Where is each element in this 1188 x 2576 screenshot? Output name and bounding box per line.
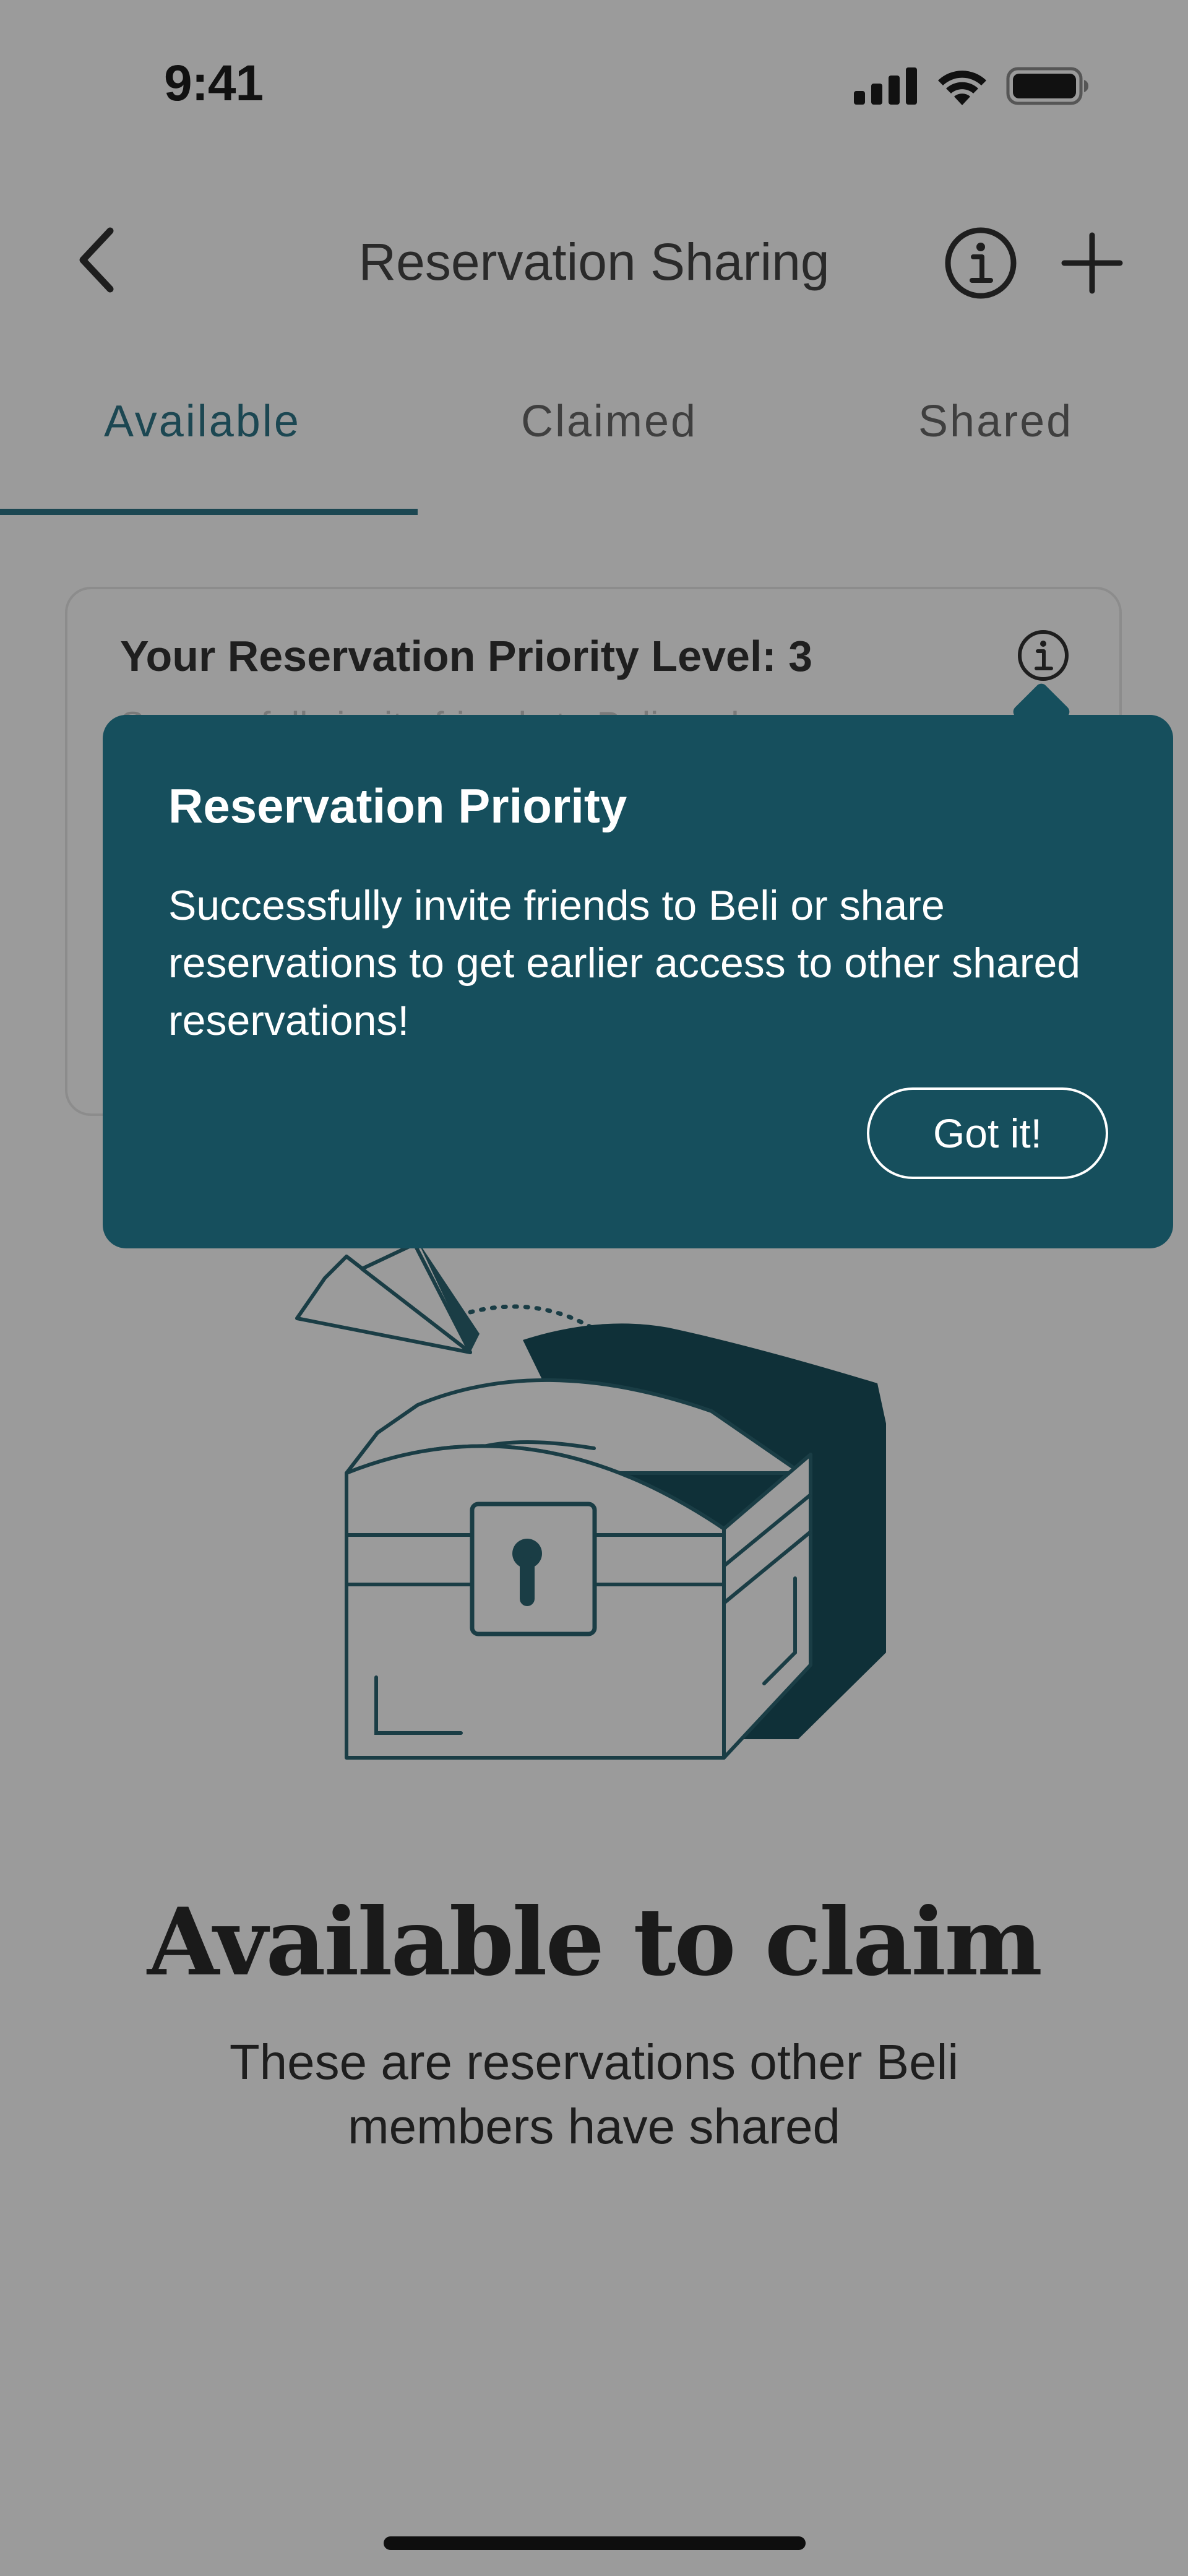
empty-state-subtitle-text: These are reservations other Beli member… bbox=[229, 2034, 959, 2154]
popover-body: Successfully invite friends to Beli or s… bbox=[168, 882, 1081, 1044]
tab-claimed[interactable]: Claimed bbox=[521, 396, 697, 447]
tab-shared[interactable]: Shared bbox=[918, 396, 1073, 447]
tab-available[interactable]: Available bbox=[104, 396, 301, 447]
reservation-priority-popover: Reservation Priority Successfully invite… bbox=[103, 715, 1173, 1248]
home-indicator[interactable] bbox=[384, 2536, 806, 2550]
plus-icon bbox=[1061, 232, 1123, 294]
got-it-button[interactable]: Got it! bbox=[867, 1087, 1108, 1179]
info-circle-icon bbox=[945, 227, 1017, 299]
info-button[interactable] bbox=[944, 226, 1018, 300]
cellular-signal-icon bbox=[854, 67, 917, 105]
empty-state-title: Available to claim bbox=[147, 1888, 1043, 1997]
priority-level-title: Your Reservation Priority Level: 3 bbox=[120, 632, 813, 680]
wifi-icon bbox=[938, 71, 986, 105]
tab-bar: Available Claimed Shared bbox=[0, 396, 1188, 470]
battery-icon bbox=[1006, 67, 1088, 105]
add-button[interactable] bbox=[1058, 229, 1126, 297]
status-time: 9:41 bbox=[164, 55, 264, 111]
status-icons bbox=[854, 67, 1089, 105]
popover-title: Reservation Priority bbox=[168, 779, 627, 833]
active-tab-indicator bbox=[0, 509, 418, 515]
empty-state-subtitle: These are reservations other Beli member… bbox=[0, 2030, 1188, 2159]
priority-info-button[interactable] bbox=[1015, 628, 1071, 683]
info-circle-icon bbox=[1018, 630, 1069, 681]
treasure-chest-illustration bbox=[295, 1244, 886, 1760]
